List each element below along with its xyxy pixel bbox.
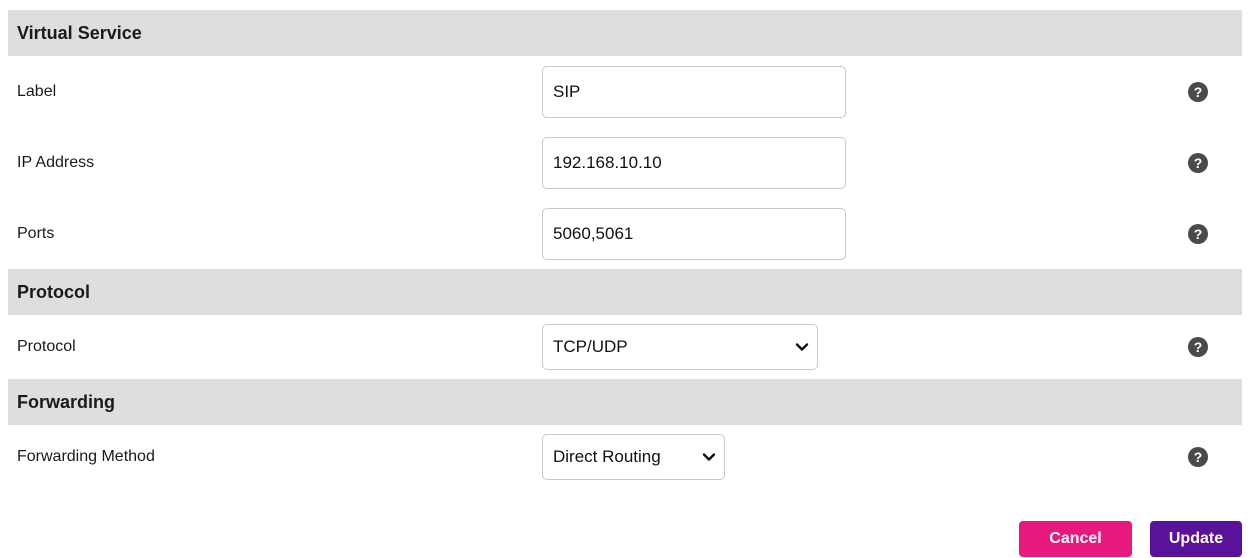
form-row-ports: Ports ? <box>8 198 1242 269</box>
help-icon[interactable]: ? <box>1188 81 1208 102</box>
cancel-button[interactable]: Cancel <box>1019 521 1132 557</box>
form-row-label: Label ? <box>8 56 1242 127</box>
help-icon[interactable]: ? <box>1188 337 1208 357</box>
section-header-forwarding: Forwarding <box>8 379 1242 425</box>
chevron-down-icon <box>795 343 809 351</box>
form-row-protocol: Protocol TCP/UDP ? <box>8 315 1242 379</box>
form-row-ip-address: IP Address ? <box>8 127 1242 198</box>
ip-address-input[interactable] <box>542 136 846 189</box>
ports-input[interactable] <box>542 207 846 260</box>
form-row-forwarding-method: Forwarding Method Direct Routing ? <box>8 425 1242 489</box>
field-label: Forwarding Method <box>17 448 155 465</box>
forwarding-method-select-value: Direct Routing <box>553 447 661 466</box>
help-icon[interactable]: ? <box>1188 152 1208 173</box>
help-icon[interactable]: ? <box>1188 447 1208 467</box>
help-icon[interactable]: ? <box>1188 223 1208 244</box>
section-title: Forwarding <box>17 391 115 412</box>
chevron-down-icon <box>702 453 716 461</box>
field-label: Label <box>17 82 57 100</box>
section-header-virtual-service: Virtual Service <box>8 10 1242 56</box>
protocol-select[interactable]: TCP/UDP <box>542 324 818 370</box>
section-title: Virtual Service <box>17 22 142 43</box>
section-title: Protocol <box>17 281 91 302</box>
protocol-select-value: TCP/UDP <box>553 337 628 356</box>
field-label: IP Address <box>17 153 95 171</box>
update-button[interactable]: Update <box>1150 521 1242 557</box>
virtual-service-form: Virtual Service Label ? IP Address ? Por… <box>8 10 1242 489</box>
section-header-protocol: Protocol <box>8 269 1242 315</box>
forwarding-method-select[interactable]: Direct Routing <box>542 434 725 480</box>
label-input[interactable] <box>542 65 846 118</box>
form-actions: Cancel Update <box>0 521 1250 558</box>
field-label: Ports <box>17 224 55 242</box>
field-label: Protocol <box>17 338 76 355</box>
